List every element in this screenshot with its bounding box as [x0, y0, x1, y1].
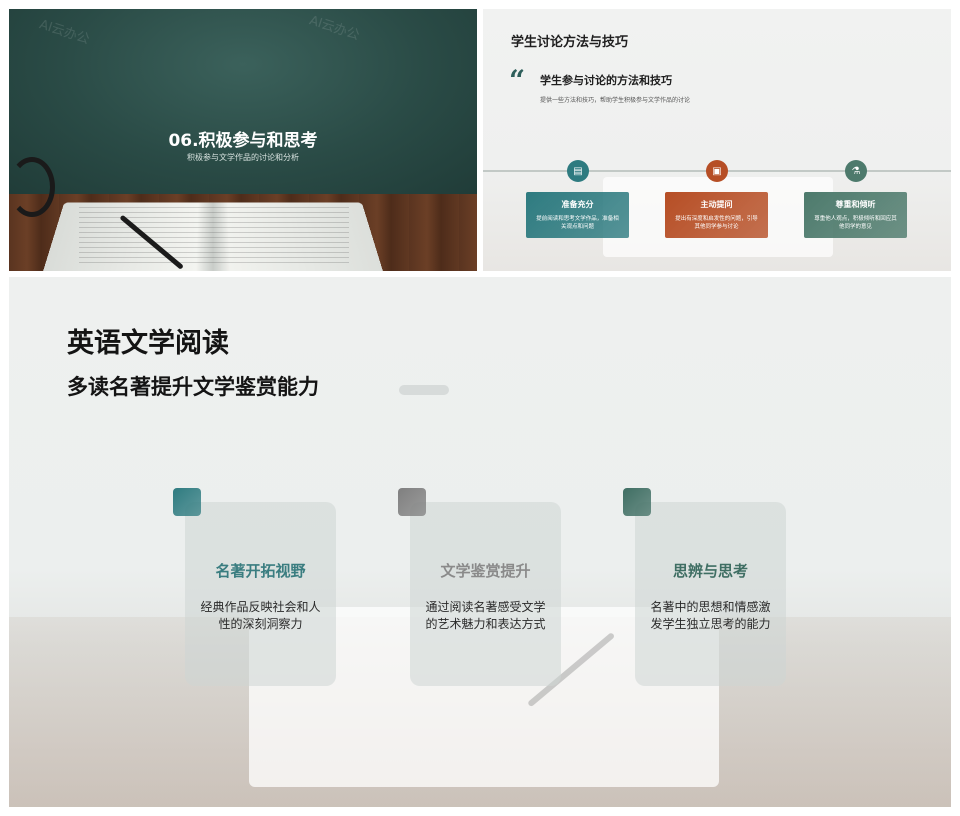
method-card-title: 主动提问: [700, 200, 733, 209]
feature-title: 名著开拓视野: [215, 562, 306, 580]
quote-mark-icon: “: [509, 64, 526, 97]
main-slide[interactable]: 英语文学阅读 多读名著提升文学鉴赏能力 名著开拓视野 经典作品反映社会和人性的深…: [9, 277, 951, 807]
feature-badge: [398, 488, 426, 516]
feature-card: 思辨与思考 名著中的思想和情感激发学生独立思考的能力: [623, 488, 786, 686]
slide-thumbnail-2[interactable]: 学生讨论方法与技巧 “ 学生参与讨论的方法和技巧 提供一些方法和技巧，帮助学生积…: [483, 9, 951, 271]
method-card-desc: 提前阅读和思考文学作品，准备相关观点和问题: [536, 216, 619, 231]
slide-subtitle: 多读名著提升文学鉴赏能力: [67, 375, 319, 399]
feature-badge: [623, 488, 651, 516]
book-text-lines: [79, 207, 349, 267]
feature-badge: [173, 488, 201, 516]
flask-icon: ⚗: [845, 160, 867, 182]
decorative-pill: [399, 385, 449, 395]
method-card-title: 尊重和倾听: [835, 200, 876, 209]
method-card: 主动提问 提出有深度和启发性的问题，引导其他同学参与讨论: [665, 192, 768, 238]
feature-title: 思辨与思考: [672, 562, 748, 580]
feature-title: 文学鉴赏提升: [440, 562, 531, 580]
feature-desc: 经典作品反映社会和人性的深刻洞察力: [200, 600, 321, 632]
method-card: 准备充分 提前阅读和思考文学作品，准备相关观点和问题: [526, 192, 629, 238]
slide-description: 提供一些方法和技巧，帮助学生积极参与文学作品的讨论: [540, 97, 691, 104]
document-icon: ▤: [567, 160, 589, 182]
feature-desc: 通过阅读名著感受文学的艺术魅力和表达方式: [425, 600, 546, 632]
slide-thumbnail-1[interactable]: AI云办公 AI云办公 06.积极参与和思考 积极参与文学作品的讨论和分析: [9, 9, 477, 271]
section-title: 06.积极参与和思考: [168, 131, 318, 151]
feature-desc: 名著中的思想和情感激发学生独立思考的能力: [650, 600, 771, 632]
slide-heading: 学生参与讨论的方法和技巧: [540, 74, 672, 87]
method-card: 尊重和倾听 尊重他人观点，积极倾听和回应其他同学的意见: [804, 192, 907, 238]
section-subtitle: 积极参与文学作品的讨论和分析: [187, 153, 299, 162]
method-card-title: 准备充分: [561, 200, 594, 209]
method-card-desc: 提出有深度和启发性的问题，引导其他同学参与讨论: [675, 216, 758, 231]
feature-card: 文学鉴赏提升 通过阅读名著感受文学的艺术魅力和表达方式: [398, 488, 561, 686]
feature-card: 名著开拓视野 经典作品反映社会和人性的深刻洞察力: [173, 488, 336, 686]
slide-title: 学生讨论方法与技巧: [511, 35, 629, 50]
slide-title: 英语文学阅读: [67, 328, 229, 359]
lamp-image: [9, 157, 55, 217]
method-card-desc: 尊重他人观点，积极倾听和回应其他同学的意见: [814, 216, 897, 231]
image-icon: ▣: [706, 160, 728, 182]
